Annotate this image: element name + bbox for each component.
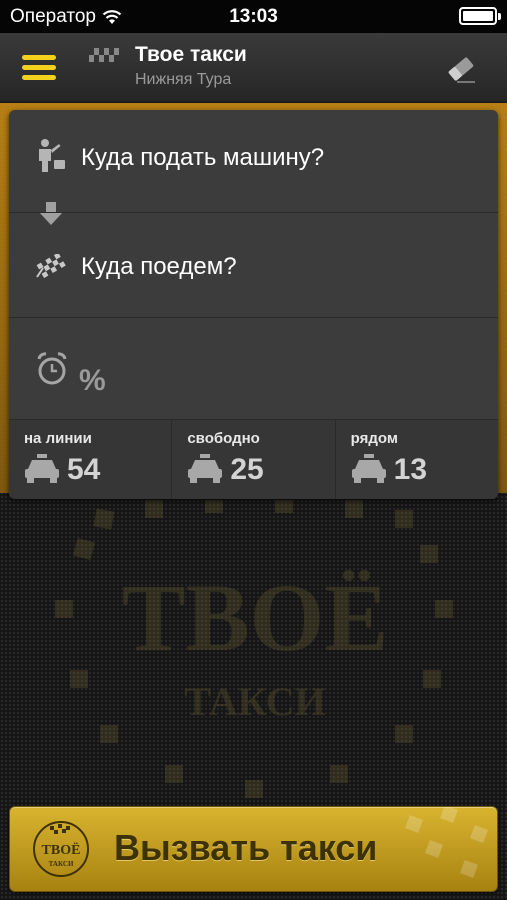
destination-row[interactable]: Куда поедем? [9, 212, 498, 317]
stat-free: свободно 25 [171, 420, 334, 499]
stat-value: 25 [230, 453, 264, 486]
taxi-icon [188, 454, 223, 483]
stat-label: рядом [350, 430, 398, 447]
person-icon [39, 139, 65, 172]
order-card: Куда подать машину? Куда поедем? % на ли… [9, 110, 498, 499]
logo-watermark: ТВОЁ ТАКСИ [55, 500, 453, 798]
stat-value: 54 [67, 453, 101, 486]
clock: 13:03 [229, 6, 278, 27]
discount-percent: % [79, 364, 106, 397]
taxi-icon [351, 454, 386, 483]
call-taxi-button[interactable]: ТВОЁ ТАКСИ Вызвать такси [9, 806, 498, 892]
eraser-icon[interactable] [443, 51, 479, 87]
taxi-logo-icon: ТВОЁ ТАКСИ [33, 821, 89, 877]
stat-value: 13 [393, 453, 428, 486]
pickup-row[interactable]: Куда подать машину? [9, 110, 498, 212]
time-row[interactable]: % [9, 317, 498, 419]
call-taxi-label: Вызвать такси [114, 827, 378, 868]
checker-icon [89, 48, 119, 62]
nav-city[interactable]: Нижняя Тура [135, 71, 231, 89]
watermark-line2: ТАКСИ [184, 679, 326, 724]
stat-label: свободно [187, 430, 260, 447]
status-bar: Оператор 13:03 [0, 0, 507, 33]
checker-pattern [405, 807, 488, 878]
menu-icon[interactable] [22, 53, 56, 83]
stats-bar: на линии 54 свободно 25 рядом 13 [9, 419, 498, 499]
pickup-input[interactable]: Куда подать машину? [81, 144, 324, 172]
watermark-line1: ТВОЁ [122, 564, 389, 671]
destination-input[interactable]: Куда поедем? [81, 253, 237, 281]
stat-online: на линии 54 [9, 420, 171, 499]
alarm-clock-icon [37, 352, 67, 385]
logo-line1: ТВОЁ [42, 842, 81, 858]
battery-icon [459, 7, 501, 25]
nav-title: Твое такси [135, 43, 247, 66]
logo-line2: ТАКСИ [49, 860, 74, 868]
stat-nearby: рядом 13 [334, 420, 498, 499]
stat-label: на линии [24, 430, 92, 447]
taxi-icon [25, 454, 59, 483]
nav-bar: Твое такси Нижняя Тура [0, 33, 507, 103]
finish-flag-icon [36, 254, 66, 278]
